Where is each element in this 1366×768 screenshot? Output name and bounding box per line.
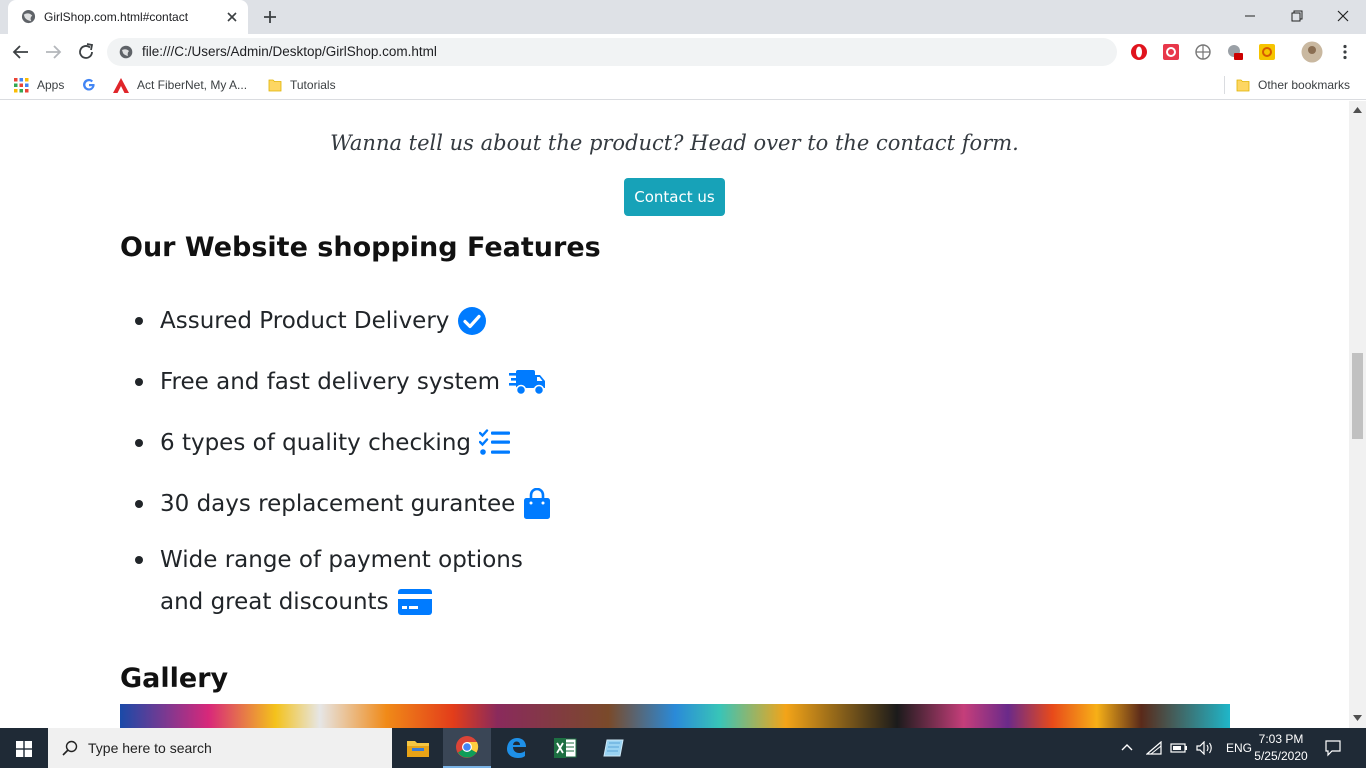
browser-toolbar: file:///C:/Users/Admin/Desktop/GirlShop.… <box>0 34 1366 70</box>
folder-icon <box>407 741 429 757</box>
forward-arrow-icon[interactable] <box>42 41 64 63</box>
bookmark-apps[interactable]: Apps <box>14 76 64 94</box>
bookmark-act-label: Act FiberNet, My A... <box>137 78 248 92</box>
excel-app[interactable] <box>541 728 589 768</box>
chevron-up-icon[interactable] <box>1120 741 1134 755</box>
clock-time: 7:03 PM <box>1258 732 1304 746</box>
reload-icon[interactable] <box>75 41 97 63</box>
bookmark-apps-label: Apps <box>37 78 65 92</box>
cloud-extension-icon[interactable] <box>1226 43 1244 61</box>
globe-icon <box>21 9 36 24</box>
menu-kebab-icon[interactable] <box>1336 43 1354 61</box>
chrome-app[interactable] <box>443 728 491 768</box>
scroll-thumb[interactable] <box>1352 353 1363 439</box>
contact-tagline: Wanna tell us about the product? Head ov… <box>330 131 1019 155</box>
list-bullet <box>135 317 143 325</box>
page-scrollbar[interactable] <box>1349 101 1366 728</box>
edge-icon <box>507 738 526 758</box>
bookmark-tutorials-label: Tutorials <box>290 78 336 92</box>
notepad-app[interactable] <box>590 728 638 768</box>
wifi-icon[interactable] <box>1146 741 1162 755</box>
list-bullet <box>135 439 143 447</box>
excel-icon <box>554 738 577 758</box>
new-tab-icon[interactable] <box>261 8 279 26</box>
feature-text: 30 days replacement gurantee <box>160 491 516 517</box>
folder-icon <box>268 79 282 92</box>
opera-extension-icon[interactable] <box>1130 43 1148 61</box>
folder-icon <box>1236 79 1250 92</box>
feature-item: Wide range of payment options <box>135 543 523 577</box>
bookmark-separator <box>1224 76 1225 94</box>
search-placeholder: Type here to search <box>88 740 212 756</box>
avatar-icon[interactable] <box>1301 41 1323 63</box>
pocket-extension-icon[interactable] <box>1162 43 1180 61</box>
close-tab-icon[interactable] <box>224 9 240 25</box>
notification-icon[interactable] <box>1324 739 1342 757</box>
windows-taskbar: Type here to search ENG 7:03 PM 5/25/202… <box>0 728 1366 768</box>
feature-item: 6 types of quality checking <box>135 426 511 460</box>
feature-text: and great discounts <box>160 589 389 615</box>
list-bullet <box>135 500 143 508</box>
bookmark-tutorials[interactable]: Tutorials <box>268 76 336 94</box>
feature-item: Assured Product Delivery <box>135 304 487 338</box>
web-extension-icon[interactable] <box>1194 43 1212 61</box>
list-bullet <box>135 378 143 386</box>
clock[interactable]: 7:03 PM 5/25/2020 <box>1246 731 1316 765</box>
act-logo-icon <box>113 77 129 93</box>
back-arrow-icon[interactable] <box>10 41 32 63</box>
scroll-down-icon[interactable] <box>1353 715 1362 721</box>
system-tray: ENG <box>1120 728 1252 768</box>
feature-text: 6 types of quality checking <box>160 430 471 456</box>
restore-icon[interactable] <box>1286 5 1308 27</box>
bookmark-other[interactable]: Other bookmarks <box>1236 76 1350 94</box>
address-bar[interactable]: file:///C:/Users/Admin/Desktop/GirlShop.… <box>107 38 1117 66</box>
shopping-bag-icon <box>524 488 551 519</box>
credit-card-icon <box>397 589 432 615</box>
list-bullet <box>135 556 143 564</box>
feature-text: Free and fast delivery system <box>160 369 501 395</box>
file-explorer-app[interactable] <box>394 728 442 768</box>
feature-item: Free and fast delivery system <box>135 365 546 399</box>
search-icon <box>62 740 78 756</box>
gallery-heading: Gallery <box>120 663 229 694</box>
battery-icon[interactable] <box>1170 742 1188 754</box>
bookmarks-bar: Apps Act FiberNet, My A... Tutorials Oth… <box>0 70 1366 100</box>
notepad-icon <box>603 739 624 757</box>
minimize-icon[interactable] <box>1239 5 1261 27</box>
start-button[interactable] <box>0 728 48 768</box>
feature-item: 30 days replacement gurantee <box>135 487 551 521</box>
tab-title: GirlShop.com.html#contact <box>44 10 189 24</box>
truck-icon <box>509 370 546 396</box>
checklist-icon <box>479 429 510 455</box>
edge-app[interactable] <box>492 728 540 768</box>
bookmark-other-label: Other bookmarks <box>1258 78 1351 92</box>
bookmark-act-fibernet[interactable]: Act FiberNet, My A... <box>113 76 247 94</box>
feature-text: Wide range of payment options <box>160 547 523 573</box>
clock-date: 5/25/2020 <box>1254 749 1308 763</box>
tab-strip: GirlShop.com.html#contact <box>0 0 1366 34</box>
url-text: file:///C:/Users/Admin/Desktop/GirlShop.… <box>142 44 437 59</box>
bookmark-google[interactable] <box>82 76 104 94</box>
windows-logo-icon <box>16 741 32 757</box>
page-info-icon[interactable] <box>119 45 133 59</box>
google-icon <box>83 78 95 91</box>
web-page: Wanna tell us about the product? Head ov… <box>0 101 1349 728</box>
close-window-icon[interactable] <box>1332 5 1354 27</box>
feature-item-continued: and great discounts <box>160 585 433 619</box>
contact-us-button[interactable]: Contact us <box>624 178 725 216</box>
scroll-up-icon[interactable] <box>1353 107 1362 113</box>
chrome-icon <box>456 736 479 758</box>
yellow-extension-icon[interactable] <box>1258 43 1276 61</box>
browser-tab[interactable]: GirlShop.com.html#contact <box>8 0 248 34</box>
apps-grid-icon <box>14 77 29 92</box>
gallery-image <box>120 704 1230 728</box>
volume-icon[interactable] <box>1196 741 1214 755</box>
features-heading: Our Website shopping Features <box>120 232 601 263</box>
taskbar-search[interactable]: Type here to search <box>48 728 392 768</box>
check-circle-icon <box>458 307 487 335</box>
feature-text: Assured Product Delivery <box>160 308 450 334</box>
